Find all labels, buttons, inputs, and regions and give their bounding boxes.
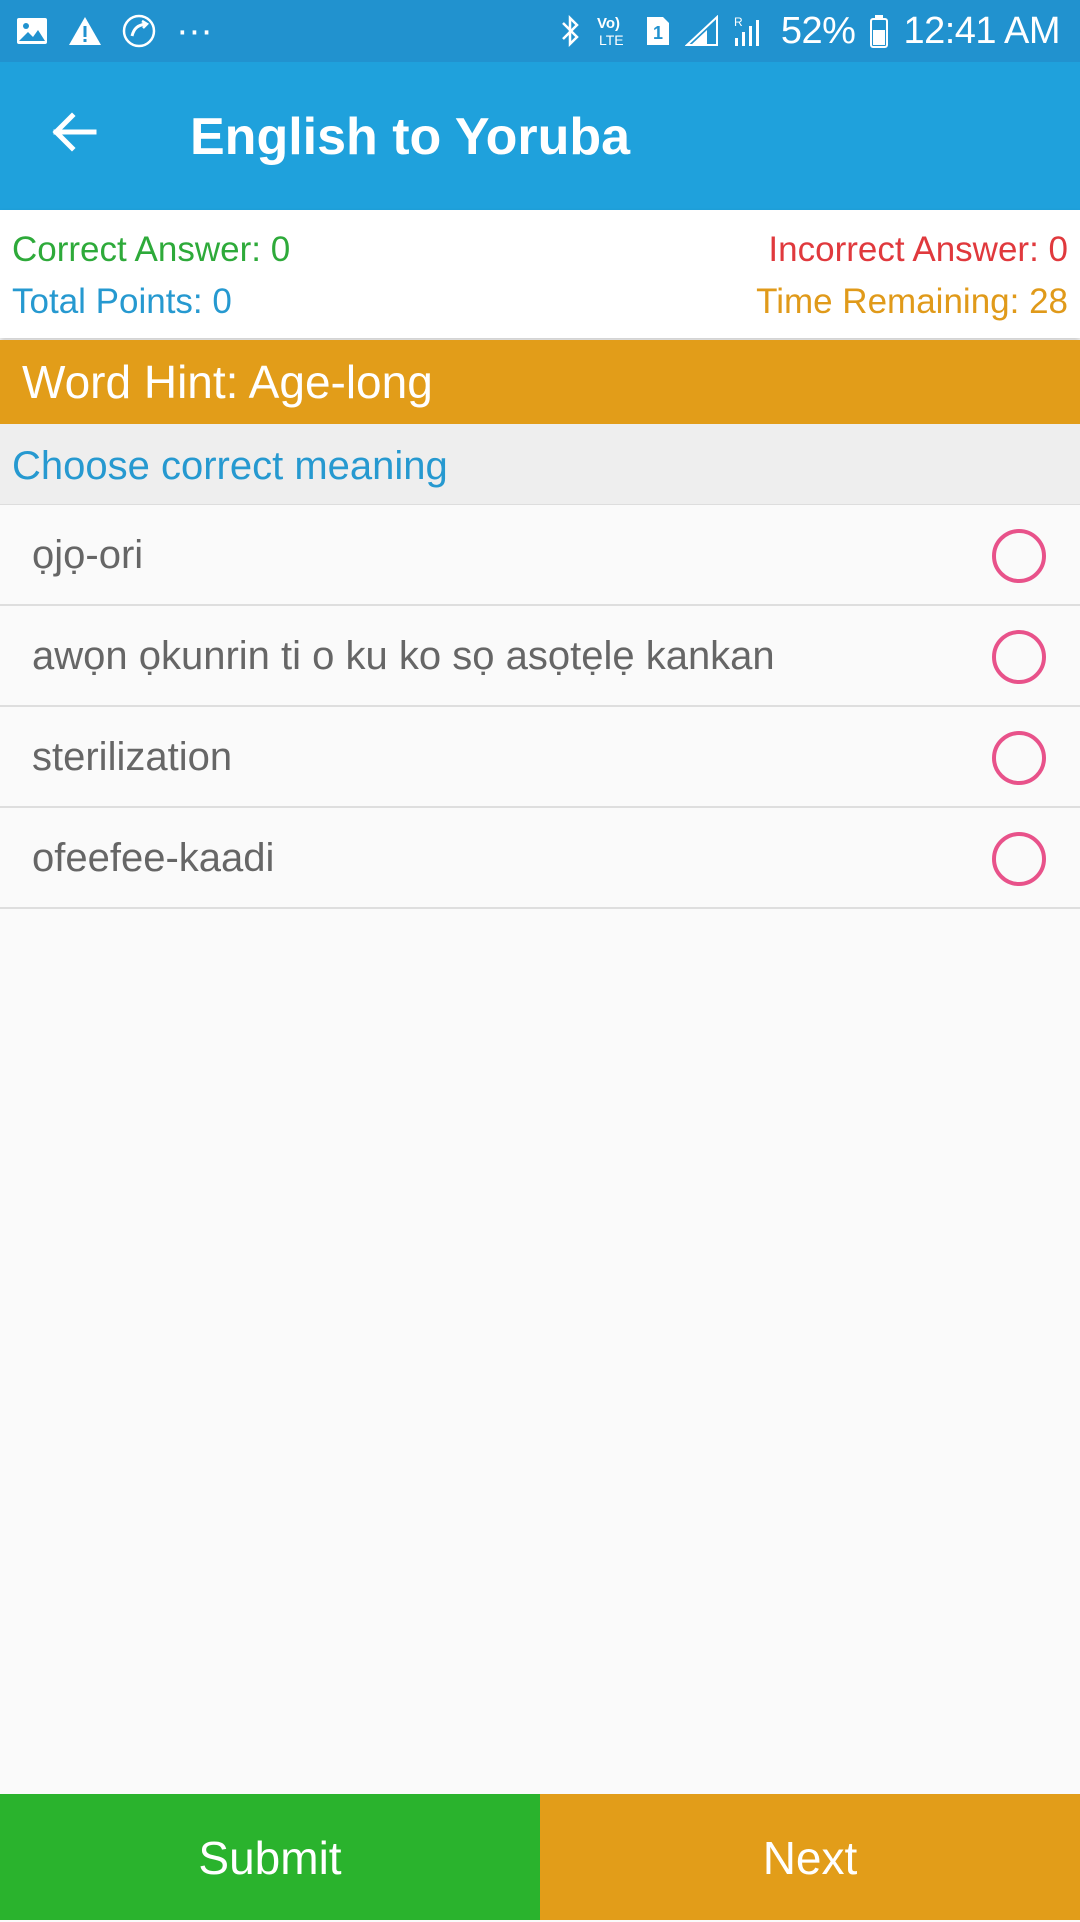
signal-sim2-roaming-icon: R bbox=[733, 14, 767, 48]
answer-option[interactable]: sterilization bbox=[0, 707, 1080, 808]
answer-option-label: sterilization bbox=[32, 735, 233, 779]
word-hint-bar: Word Hint: Age-long bbox=[0, 340, 1080, 424]
page-title: English to Yoruba bbox=[190, 108, 631, 166]
submit-button[interactable]: Submit bbox=[0, 1794, 540, 1920]
signal-sim1-icon bbox=[684, 15, 719, 47]
warning-icon bbox=[68, 16, 102, 46]
call-forward-icon bbox=[122, 14, 156, 48]
volte-icon-top: Vo) bbox=[597, 15, 620, 32]
instruction-bar: Choose correct meaning bbox=[0, 424, 1080, 505]
answer-option[interactable]: ọjọ-ori bbox=[0, 505, 1080, 606]
time-remaining: Time Remaining: 28 bbox=[756, 282, 1068, 321]
answer-option-label: ọjọ-ori bbox=[32, 533, 144, 577]
sim-card-number: 1 bbox=[653, 23, 663, 43]
incorrect-answer-count: Incorrect Answer: 0 bbox=[768, 230, 1068, 269]
answer-option[interactable]: ofeefee-kaadi bbox=[0, 808, 1080, 909]
answer-option-label: ofeefee-kaadi bbox=[32, 836, 275, 880]
battery-percentage: 52% bbox=[780, 9, 856, 52]
volte-icon: Vo) LTE bbox=[595, 13, 631, 49]
score-panel: Correct Answer: 0 Incorrect Answer: 0 To… bbox=[0, 210, 1080, 338]
gallery-icon bbox=[16, 17, 48, 45]
sim-card-icon: 1 bbox=[645, 15, 671, 47]
bluetooth-icon bbox=[559, 14, 581, 48]
answer-option-label: awọn ọkunrin ti o ku ko sọ asọtẹlẹ kanka… bbox=[32, 634, 775, 678]
next-button[interactable]: Next bbox=[540, 1794, 1080, 1920]
answer-options: ọjọ-ori awọn ọkunrin ti o ku ko sọ asọtẹ… bbox=[0, 505, 1080, 909]
app-bar: English to Yoruba bbox=[0, 62, 1080, 210]
radio-button[interactable] bbox=[992, 731, 1046, 785]
status-bar: ··· Vo) LTE 1 R 52% 12:41 AM bbox=[0, 0, 1080, 62]
correct-answer-count: Correct Answer: 0 bbox=[12, 230, 291, 269]
back-button[interactable] bbox=[44, 102, 104, 162]
battery-icon bbox=[869, 14, 889, 48]
radio-button[interactable] bbox=[992, 529, 1046, 583]
instruction-text: Choose correct meaning bbox=[12, 444, 448, 488]
volte-icon-bottom: LTE bbox=[599, 32, 624, 48]
more-notifications-icon: ··· bbox=[176, 9, 213, 52]
word-hint: Word Hint: Age-long bbox=[22, 356, 433, 408]
radio-button[interactable] bbox=[992, 832, 1046, 886]
arrow-left-icon bbox=[52, 112, 97, 152]
roaming-indicator: R bbox=[734, 15, 743, 29]
radio-button[interactable] bbox=[992, 630, 1046, 684]
clock: 12:41 AM bbox=[903, 9, 1060, 52]
total-points: Total Points: 0 bbox=[12, 282, 232, 321]
answer-option[interactable]: awọn ọkunrin ti o ku ko sọ asọtẹlẹ kanka… bbox=[0, 606, 1080, 707]
